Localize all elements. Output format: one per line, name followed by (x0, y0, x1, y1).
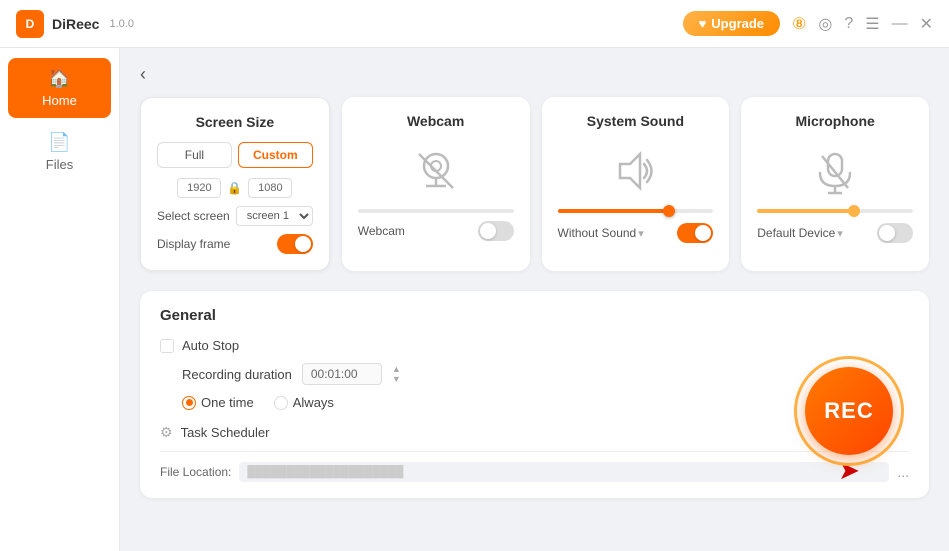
duration-spinners: ▲ ▼ (392, 365, 401, 384)
help-icon[interactable]: ? (844, 15, 853, 33)
display-frame-label: Display frame (157, 237, 230, 251)
screen-size-buttons: Full Custom (157, 142, 313, 168)
webcam-slider-track[interactable] (358, 209, 514, 213)
mic-dropdown-arrow[interactable]: ▾ (837, 227, 843, 240)
title-bar-left: D DiReec 1.0.0 (16, 10, 134, 38)
title-bar: D DiReec 1.0.0 ♥ Upgrade ⑧ ◎ ? ☰ — ✕ (0, 0, 949, 48)
rec-button[interactable]: REC (805, 367, 893, 455)
system-sound-toggle[interactable] (677, 223, 713, 243)
without-sound-label: Without Sound (558, 226, 637, 240)
width-input[interactable] (177, 178, 221, 198)
sidebar: 🏠 Home 📄 Files (0, 48, 120, 551)
rec-outer-ring: REC (794, 356, 904, 466)
screen-size-card: Screen Size Full Custom 🔒 Select screen … (140, 97, 330, 271)
app-name: DiReec (52, 16, 99, 32)
upgrade-label: Upgrade (711, 16, 764, 31)
system-sound-icon-container (558, 141, 714, 201)
main-layout: 🏠 Home 📄 Files ‹ Screen Size Full Custom (0, 48, 949, 551)
spin-down-button[interactable]: ▼ (392, 375, 401, 384)
one-time-label: One time (201, 395, 254, 410)
file-path-text: ████████████████████ (247, 466, 403, 478)
app-version: 1.0.0 (109, 18, 133, 30)
display-frame-row: Display frame (157, 234, 313, 254)
microphone-slider[interactable] (757, 209, 913, 213)
resolution-row: 🔒 (157, 178, 313, 198)
content-wrapper: ‹ Screen Size Full Custom 🔒 (120, 48, 949, 551)
sidebar-home-label: Home (42, 93, 77, 108)
spin-up-button[interactable]: ▲ (392, 365, 401, 374)
webcam-card: Webcam (342, 97, 530, 271)
webcam-title: Webcam (358, 113, 514, 129)
sidebar-files-label: Files (46, 157, 73, 172)
general-title: General (160, 307, 909, 324)
files-icon: 📄 (48, 132, 70, 153)
always-label: Always (293, 395, 334, 410)
webcam-label: Webcam (358, 224, 405, 238)
minimize-icon[interactable]: — (892, 15, 908, 33)
target-icon[interactable]: ◎ (818, 14, 832, 34)
webcam-svg-icon (411, 146, 461, 196)
lock-icon: 🔒 (227, 181, 242, 195)
speaker-svg-icon (610, 146, 660, 196)
display-frame-toggle[interactable] (277, 234, 313, 254)
webcam-slider-row (358, 209, 514, 213)
sidebar-item-files[interactable]: 📄 Files (8, 122, 111, 182)
system-sound-bottom-row: Without Sound ▾ (558, 223, 714, 243)
webcam-bottom-row: Webcam (358, 221, 514, 241)
select-screen-label: Select screen (157, 209, 230, 223)
crown-icon: ♥ (699, 16, 707, 31)
auto-stop-label: Auto Stop (182, 338, 239, 353)
system-sound-card: System Sound Withou (542, 97, 730, 271)
mic-icon-container (757, 141, 913, 201)
one-time-option[interactable]: One time (182, 395, 254, 410)
system-sound-slider[interactable] (558, 209, 714, 213)
title-bar-right: ♥ Upgrade ⑧ ◎ ? ☰ — ✕ (683, 11, 933, 36)
file-path-display: ████████████████████ (239, 462, 889, 482)
height-input[interactable] (248, 178, 292, 198)
menu-icon[interactable]: ☰ (865, 14, 879, 34)
microphone-title: Microphone (757, 113, 913, 129)
coin-icon[interactable]: ⑧ (792, 14, 806, 34)
gear-icon: ⚙ (160, 424, 173, 441)
default-device-label: Default Device (757, 226, 835, 240)
recording-duration-label: Recording duration (182, 367, 292, 382)
select-screen-row: Select screen screen 1 (157, 206, 313, 226)
microphone-svg-icon (810, 146, 860, 196)
always-radio[interactable] (274, 396, 288, 410)
close-icon[interactable]: ✕ (920, 14, 933, 34)
webcam-toggle[interactable] (478, 221, 514, 241)
mic-slider-thumb (848, 205, 860, 217)
microphone-card: Microphone (741, 97, 929, 271)
auto-stop-row: Auto Stop (160, 338, 909, 353)
microphone-toggle[interactable] (877, 223, 913, 243)
webcam-icon-container (358, 141, 514, 201)
slider-thumb (663, 205, 675, 217)
task-scheduler-label: Task Scheduler (181, 425, 270, 440)
file-location-label: File Location: (160, 465, 231, 479)
full-button[interactable]: Full (157, 142, 232, 168)
app-logo: D (16, 10, 44, 38)
custom-button[interactable]: Custom (238, 142, 313, 168)
home-icon: 🏠 (48, 68, 70, 89)
back-button[interactable]: ‹ (140, 64, 146, 85)
always-option[interactable]: Always (274, 395, 334, 410)
cards-row: Screen Size Full Custom 🔒 Select screen … (140, 97, 929, 271)
system-sound-title: System Sound (558, 113, 714, 129)
duration-input[interactable] (302, 363, 382, 385)
one-time-radio[interactable] (182, 396, 196, 410)
rec-button-container: ➤ REC (794, 356, 904, 466)
sound-dropdown-arrow[interactable]: ▾ (638, 227, 644, 240)
screen-select[interactable]: screen 1 (236, 206, 313, 226)
upgrade-button[interactable]: ♥ Upgrade (683, 11, 780, 36)
file-browse-button[interactable]: ... (897, 464, 909, 480)
auto-stop-checkbox[interactable] (160, 339, 174, 353)
screen-size-title: Screen Size (157, 114, 313, 130)
sidebar-item-home[interactable]: 🏠 Home (8, 58, 111, 118)
microphone-bottom-row: Default Device ▾ (757, 223, 913, 243)
